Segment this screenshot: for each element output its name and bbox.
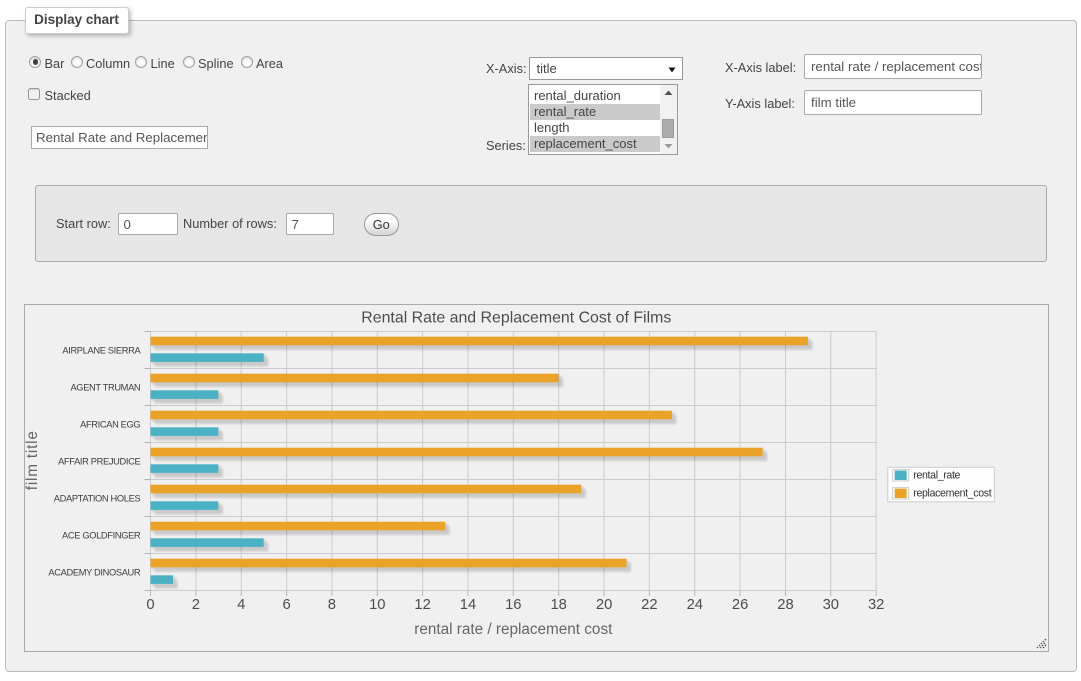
svg-text:film title: film title xyxy=(25,431,41,491)
svg-text:replacement_cost: replacement_cost xyxy=(913,487,991,499)
svg-text:22: 22 xyxy=(641,597,657,613)
svg-text:8: 8 xyxy=(328,597,336,613)
svg-text:6: 6 xyxy=(283,597,291,613)
svg-text:0: 0 xyxy=(147,597,155,613)
svg-text:rental_rate: rental_rate xyxy=(913,469,960,481)
svg-text:ACADEMY DINOSAUR: ACADEMY DINOSAUR xyxy=(49,568,141,578)
svg-text:20: 20 xyxy=(596,597,612,613)
svg-text:2: 2 xyxy=(192,597,200,613)
svg-text:10: 10 xyxy=(369,597,385,613)
svg-text:18: 18 xyxy=(551,597,567,613)
svg-text:Rental Rate and Replacement Co: Rental Rate and Replacement Cost of Film… xyxy=(361,309,671,326)
svg-text:AGENT TRUMAN: AGENT TRUMAN xyxy=(71,383,141,393)
svg-text:AIRPLANE SIERRA: AIRPLANE SIERRA xyxy=(63,346,142,356)
svg-text:24: 24 xyxy=(687,597,703,613)
svg-text:30: 30 xyxy=(823,597,839,613)
svg-text:16: 16 xyxy=(505,597,521,613)
svg-text:28: 28 xyxy=(777,597,793,613)
svg-text:4: 4 xyxy=(237,597,245,613)
svg-text:rental rate / replacement cost: rental rate / replacement cost xyxy=(414,621,613,638)
svg-text:AFRICAN EGG: AFRICAN EGG xyxy=(80,420,140,430)
svg-text:AFFAIR PREJUDICE: AFFAIR PREJUDICE xyxy=(58,457,140,467)
svg-text:26: 26 xyxy=(732,597,748,613)
svg-text:ACE GOLDFINGER: ACE GOLDFINGER xyxy=(62,531,141,541)
svg-text:ADAPTATION HOLES: ADAPTATION HOLES xyxy=(54,494,141,504)
svg-text:32: 32 xyxy=(868,597,884,613)
svg-text:14: 14 xyxy=(460,597,476,613)
svg-text:12: 12 xyxy=(415,597,431,613)
